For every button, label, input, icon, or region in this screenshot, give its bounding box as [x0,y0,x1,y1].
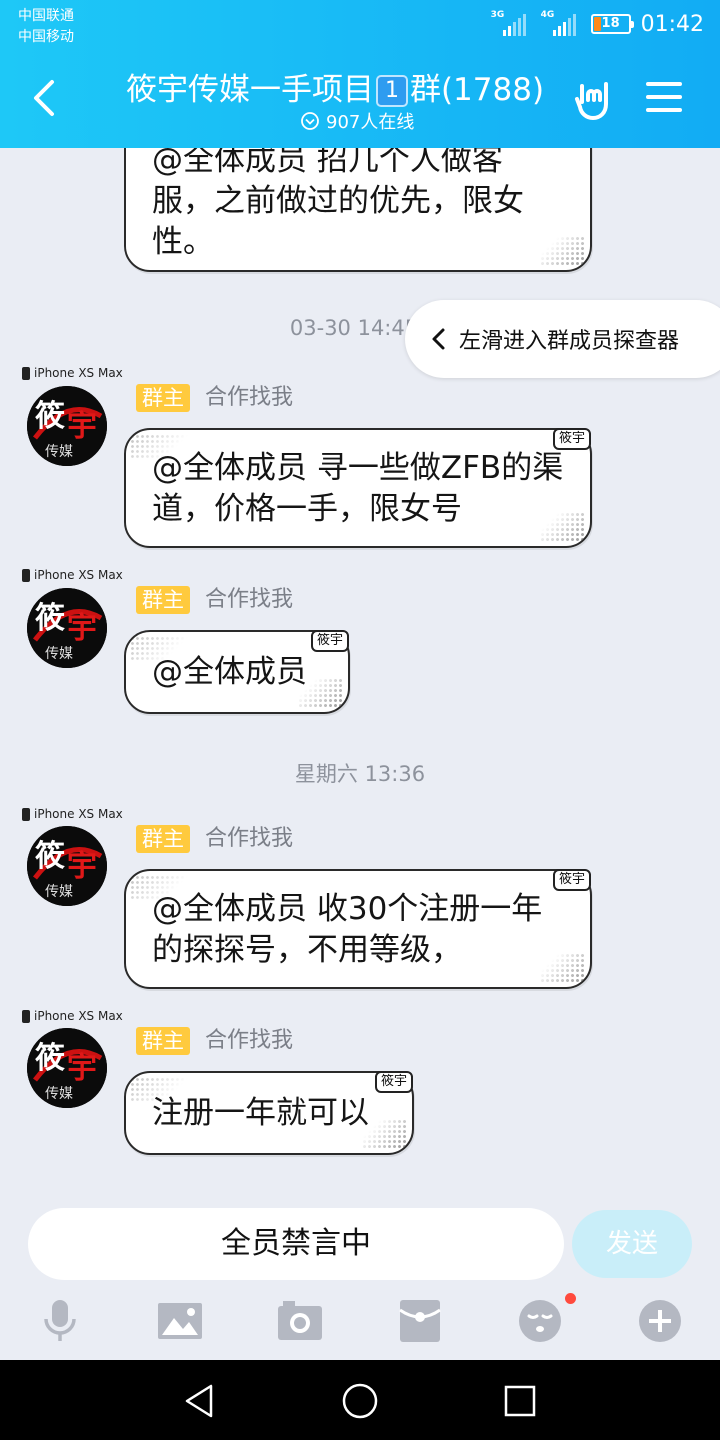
emoji-icon[interactable] [517,1298,563,1344]
device-text: iPhone XS Max [34,366,123,380]
menu-icon[interactable] [646,82,682,114]
message-list[interactable]: @全体成员 招几个人做客 服，之前做过的优先，限女 性。 03-30 14:45… [0,148,720,1200]
title-suffix: 群(1788) [409,72,545,108]
back-triangle-icon[interactable] [180,1381,220,1421]
battery-level: 18 [601,16,620,31]
bubble-stamp: 筱宇 [553,869,592,891]
sender-name[interactable]: 合作找我 [205,1027,293,1055]
avatar-char-2: 宇 [67,849,97,884]
avatar-char-2: 宇 [67,1051,97,1086]
message-text: 注册一年就可以 [152,1095,369,1131]
role-badge: 群主 [136,384,190,412]
online-count[interactable]: 907人在线 [300,108,414,134]
device-text: iPhone XS Max [34,568,123,582]
avatar[interactable]: 筱 宇 传媒 [27,588,107,668]
avatar-char-2: 宇 [67,611,97,646]
message-text: @全体成员 寻一些做ZFB的渠道，价格一手，限女号 [152,450,564,527]
status-icons: 3G 4G 18 01:42 [491,10,704,38]
avatar[interactable]: 筱 宇 传媒 [27,826,107,906]
timestamp: 星期六 13:36 [294,762,426,786]
message-bubble[interactable]: @全体成员 收30个注册一年的探探号，不用等级， [124,869,592,989]
role-badge: 群主 [136,825,190,853]
message-text: @全体成员 招几个人做客 [152,148,503,178]
home-circle-icon[interactable] [340,1381,380,1421]
chevron-left-icon [432,328,445,350]
chat-header: 中国联通 中国移动 3G 4G 18 01:42 筱宇传媒一手项目 1 群(1788… [0,0,720,148]
role-badge: 群主 [136,1027,190,1055]
swipe-member-explorer-hint[interactable]: 左滑进入群成员探查器 [405,300,720,378]
plus-icon[interactable] [637,1298,683,1344]
message-bubble[interactable]: 注册一年就可以 [124,1071,414,1155]
device-text: iPhone XS Max [34,807,123,821]
avatar-caption: 传媒 [45,646,73,662]
status-time: 01:42 [640,11,704,37]
avatar-char-1: 筱 [35,839,65,874]
title-number-badge: 1 [375,75,408,107]
microphone-icon[interactable] [37,1298,83,1344]
recents-square-icon[interactable] [500,1381,540,1421]
message-bubble[interactable]: @全体成员 寻一些做ZFB的渠道，价格一手，限女号 [124,428,592,548]
carrier-info: 中国联通 中国移动 [18,6,74,48]
signal-4g-icon: 4G [541,10,581,36]
role-badge: 群主 [136,586,190,614]
message-text: @全体成员 [152,654,307,690]
device-label: iPhone XS Max [22,1009,123,1023]
system-nav-bar [0,1360,720,1440]
avatar-char-2: 宇 [67,409,97,444]
avatar-caption: 传媒 [45,1086,73,1102]
avatar[interactable]: 筱 宇 传媒 [27,386,107,466]
emoji-notification-dot [565,1293,576,1304]
device-label: iPhone XS Max [22,568,123,582]
device-text: iPhone XS Max [34,1009,123,1023]
swipe-hint-text: 左滑进入群成员探查器 [459,329,680,354]
red-packet-icon[interactable] [397,1298,443,1344]
carrier-1: 中国联通 [18,8,74,24]
carrier-2: 中国移动 [18,29,74,45]
sender-name[interactable]: 合作找我 [205,586,293,614]
bubble-stamp: 筱宇 [553,428,592,450]
device-label: iPhone XS Max [22,366,123,380]
message-text: @全体成员 收30个注册一年的探探号，不用等级， [152,891,543,968]
group-title[interactable]: 筱宇传媒一手项目 1 群(1788) [100,64,570,109]
signal-3g-icon: 3G [491,10,531,36]
hand-gesture-icon[interactable] [572,78,616,122]
avatar-caption: 传媒 [45,884,73,900]
device-label: iPhone XS Max [22,807,123,821]
title-prefix: 筱宇传媒一手项目 [125,72,374,108]
chevron-down-circle-icon [301,112,319,130]
avatar-char-1: 筱 [35,399,65,434]
battery-icon: 18 [590,14,634,34]
camera-icon[interactable] [277,1298,323,1344]
avatar-char-1: 筱 [35,1041,65,1076]
online-text: 907人在线 [326,112,415,133]
sender-name[interactable]: 合作找我 [205,384,293,412]
bubble-stamp: 筱宇 [375,1071,414,1093]
message-text: 服，之前做过的优先，限女 [152,183,524,219]
message-bubble[interactable]: @全体成员 招几个人做客 服，之前做过的优先，限女 性。 [124,148,592,272]
sender-name[interactable]: 合作找我 [205,825,293,853]
avatar-caption: 传媒 [45,444,73,460]
bubble-stamp: 筱宇 [311,630,350,652]
send-button[interactable]: 发送 [572,1210,692,1278]
image-icon[interactable] [157,1298,203,1344]
avatar[interactable]: 筱 宇 传媒 [27,1028,107,1108]
back-icon[interactable] [28,78,62,118]
message-text: 性。 [152,224,214,260]
avatar-char-1: 筱 [35,601,65,636]
message-input-muted[interactable]: 全员禁言中 [28,1208,564,1280]
